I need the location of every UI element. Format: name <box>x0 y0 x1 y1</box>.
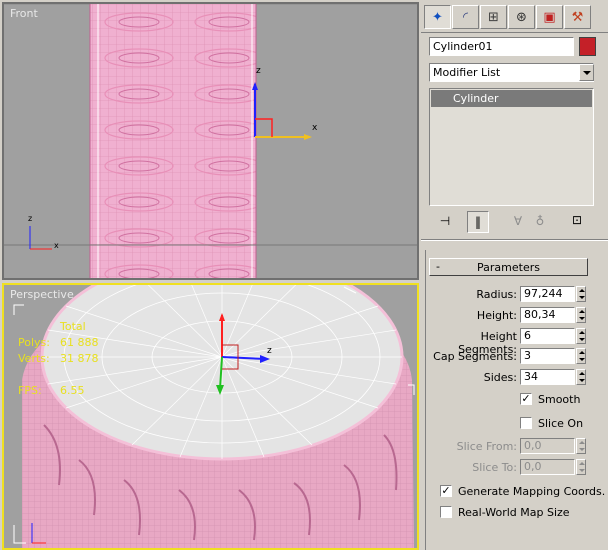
stats-fps-value: 6.55 <box>60 384 85 397</box>
cap-segments-label: Cap Segments: <box>433 350 517 363</box>
stats-polys-label: Polys: <box>18 336 50 349</box>
modifier-stack[interactable]: Cylinder <box>429 88 594 206</box>
radius-spinner[interactable]: 97,244 <box>520 286 575 302</box>
perspective-viewport[interactable]: Perspective Total Polys: 61 888 Verts: 3… <box>2 283 419 550</box>
end-result-icon: ‖ <box>475 215 481 229</box>
create-icon: ✦ <box>432 9 443 25</box>
pin-icon: ⊣ <box>439 214 451 228</box>
world-x-label: x <box>54 241 59 250</box>
parameters-title: Parameters <box>477 261 540 274</box>
object-color-swatch[interactable] <box>579 37 596 56</box>
real-world-map-label: Real-World Map Size <box>458 506 570 519</box>
generate-mapping-checkbox[interactable]: ✓ <box>440 485 452 497</box>
height-segments-spin-arrows[interactable] <box>576 328 586 344</box>
make-unique-button[interactable]: ∀ <box>509 214 527 232</box>
motion-tab[interactable]: ⊛ <box>508 5 535 29</box>
height-spin-arrows[interactable] <box>576 307 586 323</box>
front-mesh <box>4 4 417 278</box>
sides-spin-arrows[interactable] <box>576 369 586 385</box>
height-spinner[interactable]: 80,34 <box>520 307 575 323</box>
modify-tab[interactable]: ◜ <box>452 5 479 29</box>
slice-on-checkbox[interactable] <box>520 417 532 429</box>
configure-icon: ⊡ <box>571 213 583 227</box>
slice-to-label: Slice To: <box>472 461 517 474</box>
divider <box>421 32 608 33</box>
slice-to-spin-arrows[interactable] <box>576 459 586 475</box>
slice-on-label: Slice On <box>538 417 584 430</box>
remove-modifier-button[interactable]: ♁ <box>531 214 549 232</box>
modifier-list-dropdown[interactable]: Modifier List <box>429 63 594 82</box>
trash-icon: ♁ <box>535 214 545 228</box>
smooth-checkbox[interactable]: ✓ <box>520 393 532 405</box>
utilities-icon: ⚒ <box>571 9 584 25</box>
create-tab[interactable]: ✦ <box>424 5 451 29</box>
object-name-input[interactable]: Cylinder01 <box>429 37 574 56</box>
front-viewport[interactable]: Front z x z x <box>2 2 419 280</box>
modifier-list-label: Modifier List <box>433 66 501 79</box>
stats-fps-label: FPS: <box>18 384 42 397</box>
slice-from-label: Slice From: <box>456 440 517 453</box>
perspective-viewport-label[interactable]: Perspective <box>10 288 74 301</box>
pin-stack-button[interactable]: ⊣ <box>435 214 455 232</box>
stats-verts-value: 31 878 <box>60 352 99 365</box>
rollout-border <box>425 250 426 550</box>
modifier-list-arrow[interactable] <box>579 64 594 81</box>
smooth-label: Smooth <box>538 393 581 406</box>
height-segments-spinner[interactable]: 6 <box>520 328 575 344</box>
modify-icon: ◜ <box>462 9 469 25</box>
slice-from-spinner[interactable]: 0,0 <box>520 438 575 454</box>
world-z-label: z <box>28 214 33 223</box>
gizmo-x-label: x <box>312 123 318 133</box>
stats-polys-value: 61 888 <box>60 336 99 349</box>
parameters-rollout-header[interactable]: - Parameters <box>429 258 588 276</box>
display-icon: ▣ <box>543 9 556 25</box>
stats-total-header: Total <box>60 320 86 333</box>
front-viewport-label[interactable]: Front <box>10 7 38 20</box>
persp-gizmo-z-label: z <box>267 346 272 356</box>
sides-label: Sides: <box>483 371 517 384</box>
make-unique-icon: ∀ <box>513 214 523 228</box>
divider <box>421 240 608 241</box>
hierarchy-icon: ⊞ <box>488 9 499 25</box>
utilities-tab[interactable]: ⚒ <box>564 5 591 29</box>
show-end-result-button[interactable]: ‖ <box>467 211 489 233</box>
sides-spinner[interactable]: 34 <box>520 369 575 385</box>
motion-icon: ⊛ <box>516 9 527 25</box>
gizmo-z-label: z <box>256 66 261 76</box>
generate-mapping-label: Generate Mapping Coords. <box>458 485 606 498</box>
hierarchy-tab[interactable]: ⊞ <box>480 5 507 29</box>
stats-verts-label: Verts: <box>18 352 50 365</box>
command-panel: ✦ ◜ ⊞ ⊛ ▣ ⚒ Cylinder01 Modifier List Cyl… <box>421 0 608 550</box>
slice-from-spin-arrows[interactable] <box>576 438 586 454</box>
real-world-map-checkbox[interactable] <box>440 506 452 518</box>
radius-spin-arrows[interactable] <box>576 286 586 302</box>
cap-segments-spinner[interactable]: 3 <box>520 348 575 364</box>
chevron-down-icon <box>582 70 591 75</box>
stack-item-cylinder[interactable]: Cylinder <box>431 90 592 107</box>
radius-label: Radius: <box>476 288 517 301</box>
configure-sets-button[interactable]: ⊡ <box>567 213 587 233</box>
cap-segments-spin-arrows[interactable] <box>576 348 586 364</box>
display-tab[interactable]: ▣ <box>536 5 563 29</box>
height-label: Height: <box>476 309 517 322</box>
slice-to-spinner[interactable]: 0,0 <box>520 459 575 475</box>
